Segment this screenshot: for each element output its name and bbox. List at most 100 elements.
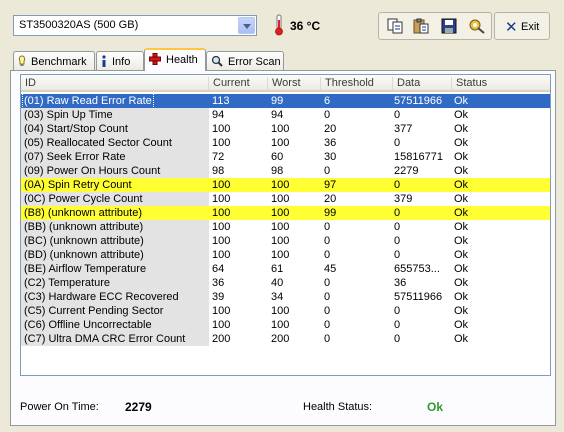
cell-status: Ok xyxy=(454,207,469,219)
exit-button[interactable]: ✕ Exit xyxy=(494,12,550,40)
cell-threshold: 0 xyxy=(324,277,331,289)
cell-id-text: (01) Raw Read Error Rate xyxy=(22,94,154,108)
cell-threshold: 97 xyxy=(324,179,337,191)
cell-id: (BE) Airflow Temperature xyxy=(21,262,209,276)
col-header-worst[interactable]: Worst xyxy=(267,77,324,90)
cell-id: (C7) Ultra DMA CRC Error Count xyxy=(21,332,209,346)
table-row[interactable]: (C6) Offline Uncorrectable 100 100 0 0 Ok xyxy=(21,318,550,332)
cell-status: Ok xyxy=(454,95,469,107)
table-row[interactable]: (BE) Airflow Temperature 64 61 45 655753... O… xyxy=(21,262,550,276)
health-status-label: Health Status: xyxy=(303,401,373,413)
paste-icon[interactable] xyxy=(412,18,430,34)
cell-worst: 100 xyxy=(271,249,290,261)
tab-health-label: Health xyxy=(166,54,198,66)
cell-threshold: 0 xyxy=(324,235,331,247)
cell-threshold: 36 xyxy=(324,137,337,149)
cell-threshold: 45 xyxy=(324,263,337,275)
cell-id: (05) Reallocated Sector Count xyxy=(21,136,209,150)
col-header-status[interactable]: Status xyxy=(451,77,516,90)
table-row[interactable]: (C5) Current Pending Sector 100 100 0 0 Ok xyxy=(21,304,550,318)
cell-worst: 94 xyxy=(271,109,284,121)
tab-benchmark[interactable]: Benchmark xyxy=(13,51,95,70)
cell-id-text: (C7) Ultra DMA CRC Error Count xyxy=(24,333,186,345)
col-header-current[interactable]: Current xyxy=(208,77,267,90)
cell-worst: 100 xyxy=(271,305,290,317)
cell-id-text: (05) Reallocated Sector Count xyxy=(24,137,172,149)
cell-worst: 100 xyxy=(271,235,290,247)
cell-status: Ok xyxy=(454,249,469,261)
cell-status: Ok xyxy=(454,151,469,163)
table-row[interactable]: (BD) (unknown attribute) 100 100 0 0 Ok xyxy=(21,248,550,262)
cell-threshold: 0 xyxy=(324,165,331,177)
cell-id-text: (03) Spin Up Time xyxy=(24,109,113,121)
cell-threshold: 6 xyxy=(324,95,331,107)
cell-status: Ok xyxy=(454,291,469,303)
table-row[interactable]: (07) Seek Error Rate 72 60 30 15816771 Ok xyxy=(21,150,550,164)
cell-status: Ok xyxy=(454,179,469,191)
cell-worst: 99 xyxy=(271,95,284,107)
table-row[interactable]: (BB) (unknown attribute) 100 100 0 0 Ok xyxy=(21,220,550,234)
cell-status: Ok xyxy=(454,263,469,275)
tab-health[interactable]: Health xyxy=(144,48,206,71)
cell-threshold: 0 xyxy=(324,249,331,261)
tab-error-scan-label: Error Scan xyxy=(228,56,281,68)
cell-worst: 100 xyxy=(271,123,290,135)
col-header-id[interactable]: ID xyxy=(21,77,207,90)
smart-attribute-table[interactable]: ID Current Worst Threshold Data Status (… xyxy=(20,74,551,376)
cell-id-text: (C6) Offline Uncorrectable xyxy=(24,319,152,331)
table-row[interactable]: (C2) Temperature 36 40 0 36 Ok xyxy=(21,276,550,290)
col-header-data[interactable]: Data xyxy=(392,77,455,90)
cell-id: (0C) Power Cycle Count xyxy=(21,192,209,206)
cell-id: (C2) Temperature xyxy=(21,276,209,290)
cell-id: (0A) Spin Retry Count xyxy=(21,178,209,192)
cell-id-text: (BE) Airflow Temperature xyxy=(24,263,147,275)
table-header: ID Current Worst Threshold Data Status xyxy=(21,75,550,92)
cell-id-text: (0C) Power Cycle Count xyxy=(24,193,143,205)
copy-icon[interactable] xyxy=(386,18,404,34)
cell-threshold: 0 xyxy=(324,333,331,345)
tab-info-label: Info xyxy=(112,56,131,68)
drive-select-value: ST3500320AS (500 GB) xyxy=(19,19,139,31)
table-row[interactable]: (01) Raw Read Error Rate 113 99 6 57511966 Ok xyxy=(21,94,550,108)
save-icon[interactable] xyxy=(440,18,458,34)
cell-id: (BB) (unknown attribute) xyxy=(21,220,209,234)
temperature-value: 36 °C xyxy=(290,19,321,33)
exit-label: Exit xyxy=(521,21,540,33)
drive-select[interactable]: ST3500320AS (500 GB) xyxy=(13,15,257,36)
chevron-down-icon[interactable] xyxy=(238,17,255,34)
cell-id: (C6) Offline Uncorrectable xyxy=(21,318,209,332)
options-icon[interactable] xyxy=(468,18,486,34)
table-row[interactable]: (C7) Ultra DMA CRC Error Count 200 200 0 0 Ok xyxy=(21,332,550,346)
cell-worst: 200 xyxy=(271,333,290,345)
thermometer-icon xyxy=(275,14,283,36)
table-row[interactable]: (05) Reallocated Sector Count 100 100 36 0 Ok xyxy=(21,136,550,150)
cell-status: Ok xyxy=(454,165,469,177)
cell-id: (09) Power On Hours Count xyxy=(21,164,209,178)
cell-status: Ok xyxy=(454,235,469,247)
cell-worst: 34 xyxy=(271,291,284,303)
table-row[interactable]: (09) Power On Hours Count 98 98 0 2279 Ok xyxy=(21,164,550,178)
magnifier-icon xyxy=(211,55,223,67)
table-row[interactable]: (C3) Hardware ECC Recovered 39 34 0 57511966… xyxy=(21,290,550,304)
info-icon xyxy=(102,55,106,67)
table-row[interactable]: (B8) (unknown attribute) 100 100 99 0 Ok xyxy=(21,206,550,220)
table-row[interactable]: (0C) Power Cycle Count 100 100 20 379 Ok xyxy=(21,192,550,206)
power-on-time-value: 2279 xyxy=(125,400,152,414)
table-row[interactable]: (BC) (unknown attribute) 100 100 0 0 Ok xyxy=(21,234,550,248)
cell-status: Ok xyxy=(454,109,469,121)
cell-worst: 100 xyxy=(271,193,290,205)
cell-id-text: (C5) Current Pending Sector xyxy=(24,305,164,317)
cell-id: (C5) Current Pending Sector xyxy=(21,304,209,318)
col-header-threshold[interactable]: Threshold xyxy=(320,77,396,90)
cell-threshold: 0 xyxy=(324,221,331,233)
tab-error-scan[interactable]: Error Scan xyxy=(206,51,284,70)
cell-worst: 100 xyxy=(271,221,290,233)
cell-threshold: 30 xyxy=(324,151,337,163)
cell-id-text: (07) Seek Error Rate xyxy=(24,151,126,163)
cell-id-text: (09) Power On Hours Count xyxy=(24,165,161,177)
tab-info[interactable]: Info xyxy=(96,51,144,70)
cell-id: (BC) (unknown attribute) xyxy=(21,234,209,248)
table-row[interactable]: (0A) Spin Retry Count 100 100 97 0 Ok xyxy=(21,178,550,192)
table-row[interactable]: (04) Start/Stop Count 100 100 20 377 Ok xyxy=(21,122,550,136)
table-row[interactable]: (03) Spin Up Time 94 94 0 0 Ok xyxy=(21,108,550,122)
